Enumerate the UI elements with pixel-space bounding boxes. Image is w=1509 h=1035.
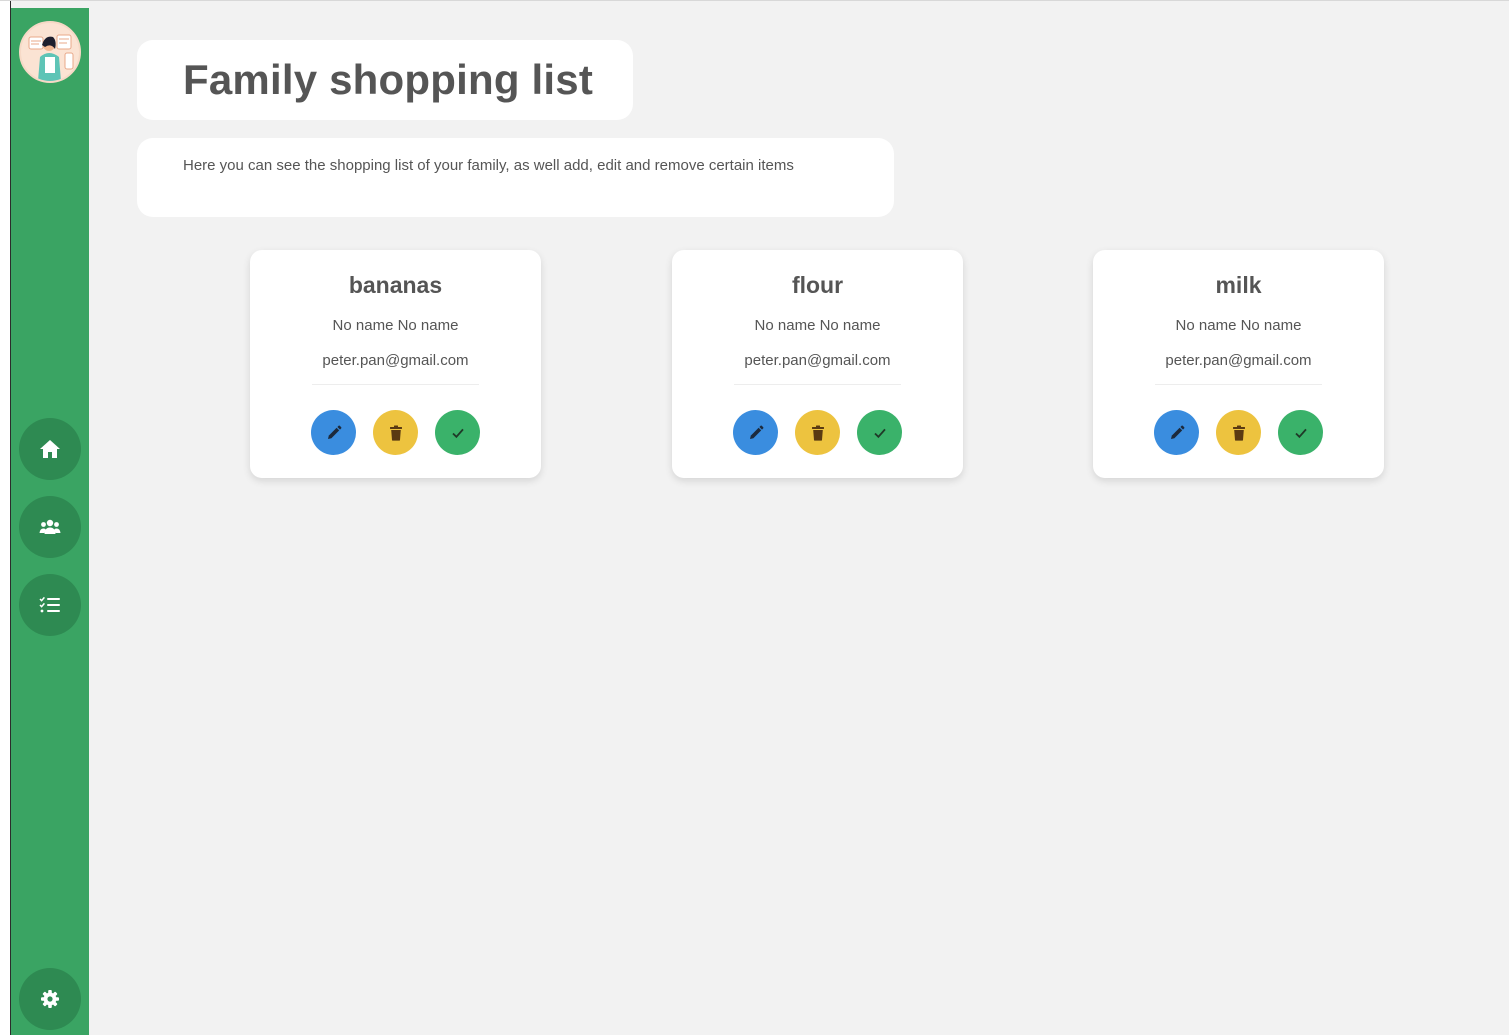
sidebar-item-shopping-list[interactable] bbox=[19, 574, 81, 636]
sidebar bbox=[11, 8, 89, 1035]
sidebar-item-settings[interactable] bbox=[19, 968, 81, 1030]
delete-button[interactable] bbox=[373, 410, 418, 455]
mark-done-button[interactable] bbox=[857, 410, 902, 455]
home-icon bbox=[40, 440, 60, 458]
trash-icon bbox=[811, 425, 824, 441]
item-name: flour bbox=[791, 272, 844, 298]
item-card: bananas No name No name peter.pan@gmail.… bbox=[250, 250, 541, 478]
page-description: Here you can see the shopping list of yo… bbox=[183, 157, 794, 174]
edit-button[interactable] bbox=[1154, 410, 1199, 455]
delete-button[interactable] bbox=[795, 410, 840, 455]
edit-button[interactable] bbox=[733, 410, 778, 455]
gear-icon bbox=[41, 990, 59, 1008]
pencil-icon bbox=[749, 425, 763, 439]
item-owner: No name No name bbox=[332, 317, 459, 334]
item-card: flour No name No name peter.pan@gmail.co… bbox=[672, 250, 963, 478]
family-avatar-icon[interactable] bbox=[19, 21, 81, 83]
app-window: Family shopping list Here you can see th… bbox=[0, 0, 1509, 1035]
checklist-icon bbox=[39, 596, 60, 613]
item-email: peter.pan@gmail.com bbox=[1165, 352, 1312, 369]
pencil-icon bbox=[1170, 425, 1184, 439]
pencil-icon bbox=[327, 425, 341, 439]
item-owner: No name No name bbox=[754, 317, 881, 334]
check-icon bbox=[451, 428, 464, 438]
sidebar-item-home[interactable] bbox=[19, 418, 81, 480]
page-title-card: Family shopping list bbox=[137, 40, 633, 120]
page-description-card: Here you can see the shopping list of yo… bbox=[137, 138, 894, 217]
item-name: bananas bbox=[348, 272, 443, 298]
sidebar-item-family[interactable] bbox=[19, 496, 81, 558]
divider bbox=[734, 384, 901, 385]
item-email: peter.pan@gmail.com bbox=[322, 352, 469, 369]
window-edge bbox=[0, 1, 11, 1035]
item-email: peter.pan@gmail.com bbox=[744, 352, 891, 369]
item-card: milk No name No name peter.pan@gmail.com bbox=[1093, 250, 1384, 478]
edit-button[interactable] bbox=[311, 410, 356, 455]
users-icon bbox=[39, 519, 61, 534]
mark-done-button[interactable] bbox=[435, 410, 480, 455]
trash-icon bbox=[389, 425, 402, 441]
trash-icon bbox=[1232, 425, 1245, 441]
item-owner: No name No name bbox=[1175, 317, 1302, 334]
page-title: Family shopping list bbox=[183, 56, 594, 103]
item-name: milk bbox=[1215, 272, 1262, 298]
check-icon bbox=[1294, 428, 1307, 438]
mark-done-button[interactable] bbox=[1278, 410, 1323, 455]
divider bbox=[312, 384, 479, 385]
delete-button[interactable] bbox=[1216, 410, 1261, 455]
divider bbox=[1155, 384, 1322, 385]
check-icon bbox=[873, 428, 886, 438]
